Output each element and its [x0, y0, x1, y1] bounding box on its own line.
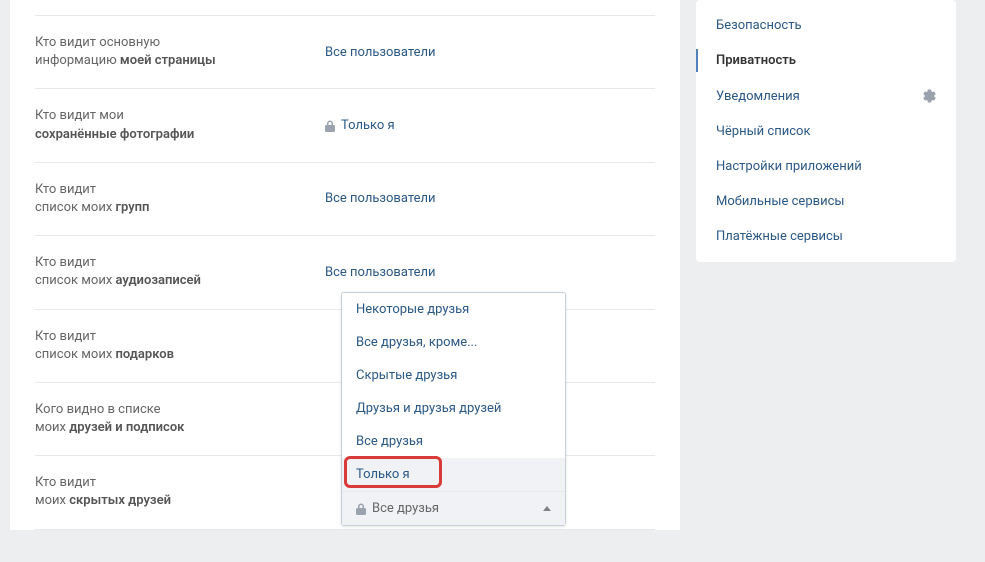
setting-label: Кто видит моих скрытых друзей	[35, 474, 325, 510]
dropdown-option-hidden-friends[interactable]: Скрытые друзья	[342, 359, 565, 392]
setting-row-page-info: Кто видит основную информацию моей стран…	[35, 16, 655, 89]
lock-icon	[356, 503, 366, 515]
setting-label: Кто видит список моих аудиозаписей	[35, 254, 325, 290]
gear-icon	[920, 88, 936, 104]
dropdown-option-all-friends[interactable]: Все друзья	[342, 425, 565, 458]
setting-row-saved-photos: Кто видит мои сохранённые фотографии Тол…	[35, 89, 655, 162]
setting-label: Кто видит список моих групп	[35, 181, 325, 217]
panel-top-spacer	[35, 0, 655, 16]
sidebar-item-payment-services[interactable]: Платёжные сервисы	[696, 219, 956, 254]
dropdown-option-all-friends-except[interactable]: Все друзья, кроме...	[342, 326, 565, 359]
dropdown-current-value[interactable]: Все друзья	[342, 491, 565, 525]
setting-value-saved-photos[interactable]: Только я	[325, 118, 395, 133]
sidebar-item-notifications[interactable]: Уведомления	[696, 78, 956, 114]
setting-label: Кто видит основную информацию моей стран…	[35, 34, 325, 70]
setting-label: Кого видно в списке моих друзей и подпис…	[35, 401, 325, 437]
dropdown-option-only-me[interactable]: Только я	[342, 458, 565, 491]
privacy-settings-panel: Кто видит основную информацию моей стран…	[10, 0, 680, 530]
dropdown-option-some-friends[interactable]: Некоторые друзья	[342, 293, 565, 326]
sidebar-item-mobile-services[interactable]: Мобильные сервисы	[696, 184, 956, 219]
setting-value-page-info[interactable]: Все пользователи	[325, 45, 436, 60]
setting-value-audio[interactable]: Все пользователи	[325, 265, 436, 280]
setting-label: Кто видит список моих подарков	[35, 328, 325, 364]
dropdown-option-friends-of-friends[interactable]: Друзья и друзья друзей	[342, 392, 565, 425]
setting-label: Кто видит мои сохранённые фотографии	[35, 107, 325, 143]
settings-sidebar: Безопасность Приватность Уведомления Чёр…	[696, 0, 956, 262]
lock-icon	[325, 120, 335, 132]
privacy-dropdown[interactable]: Некоторые друзья Все друзья, кроме... Ск…	[341, 292, 566, 526]
sidebar-item-app-settings[interactable]: Настройки приложений	[696, 149, 956, 184]
sidebar-item-privacy[interactable]: Приватность	[696, 43, 956, 78]
chevron-up-icon	[543, 506, 551, 511]
setting-value-groups[interactable]: Все пользователи	[325, 191, 436, 206]
setting-row-groups: Кто видит список моих групп Все пользова…	[35, 163, 655, 236]
sidebar-item-blacklist[interactable]: Чёрный список	[696, 114, 956, 149]
sidebar-item-security[interactable]: Безопасность	[696, 8, 956, 43]
